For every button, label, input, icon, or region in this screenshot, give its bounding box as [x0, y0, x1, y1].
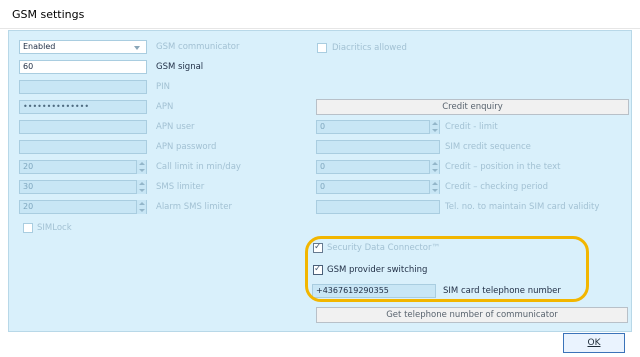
gsm-settings-window: GSM settings Enabled GSM communicator 60…: [0, 0, 640, 357]
sim-credit-sequence-field[interactable]: [316, 140, 440, 154]
diacritics-label: Diacritics allowed: [332, 43, 407, 53]
highlight-annotation: [305, 236, 589, 302]
sms-limiter-value: 30: [23, 182, 34, 191]
credit-checking-period-stepper[interactable]: [429, 180, 439, 194]
pin-label: PIN: [156, 82, 170, 92]
get-telephone-number-button[interactable]: Get telephone number of communicator: [316, 307, 628, 323]
credit-checking-period-label: Credit – checking period: [445, 182, 549, 192]
ok-label: OK: [587, 338, 601, 348]
sms-limiter-label: SMS limiter: [156, 182, 205, 192]
sms-limiter-field[interactable]: 30: [19, 180, 147, 194]
diacritics-checkbox[interactable]: [317, 43, 327, 53]
pin-field[interactable]: [19, 80, 147, 94]
gsm-signal-label: GSM signal: [156, 62, 204, 72]
chevron-down-icon: [134, 46, 140, 50]
title-bar: GSM settings: [0, 0, 640, 29]
credit-checking-period-field[interactable]: 0: [316, 180, 440, 194]
apn-password-label: APN password: [156, 142, 217, 152]
window-title: GSM settings: [12, 8, 85, 21]
credit-position-stepper[interactable]: [429, 160, 439, 174]
call-limit-label: Call limit in min/day: [156, 162, 241, 172]
simlock-label: SIMLock: [37, 223, 72, 233]
credit-limit-field[interactable]: 0: [316, 120, 440, 134]
alarm-sms-limiter-field[interactable]: 20: [19, 200, 147, 214]
tel-no-validity-field[interactable]: [316, 200, 440, 214]
credit-position-label: Credit – position in the text: [445, 162, 561, 172]
alarm-sms-limiter-stepper[interactable]: [136, 200, 146, 214]
ok-button[interactable]: OK: [563, 333, 625, 353]
tel-no-validity-label: Tel. no. to maintain SIM card validity: [445, 202, 600, 212]
credit-position-value: 0: [320, 162, 326, 171]
apn-user-field[interactable]: [19, 120, 147, 134]
apn-label: APN: [156, 102, 174, 112]
simlock-checkbox[interactable]: [23, 223, 33, 233]
credit-limit-stepper[interactable]: [429, 120, 439, 134]
apn-user-label: APN user: [156, 122, 195, 132]
call-limit-field[interactable]: 20: [19, 160, 147, 174]
alarm-sms-limiter-value: 20: [23, 202, 34, 211]
gsm-communicator-select[interactable]: Enabled: [19, 40, 147, 54]
credit-enquiry-button[interactable]: Credit enquiry: [316, 99, 629, 115]
call-limit-value: 20: [23, 162, 34, 171]
sim-credit-sequence-label: SIM credit sequence: [445, 142, 531, 152]
gsm-signal-field[interactable]: 60: [19, 60, 147, 74]
gsm-communicator-value: Enabled: [23, 42, 56, 51]
credit-position-field[interactable]: 0: [316, 160, 440, 174]
alarm-sms-limiter-label: Alarm SMS limiter: [156, 202, 232, 212]
credit-checking-period-value: 0: [320, 182, 326, 191]
call-limit-stepper[interactable]: [136, 160, 146, 174]
credit-limit-label: Credit - limit: [445, 122, 498, 132]
sms-limiter-stepper[interactable]: [136, 180, 146, 194]
credit-limit-value: 0: [320, 122, 326, 131]
gsm-communicator-label: GSM communicator: [156, 42, 240, 52]
apn-field[interactable]: ••••••••••••••: [19, 100, 147, 114]
apn-password-field[interactable]: [19, 140, 147, 154]
